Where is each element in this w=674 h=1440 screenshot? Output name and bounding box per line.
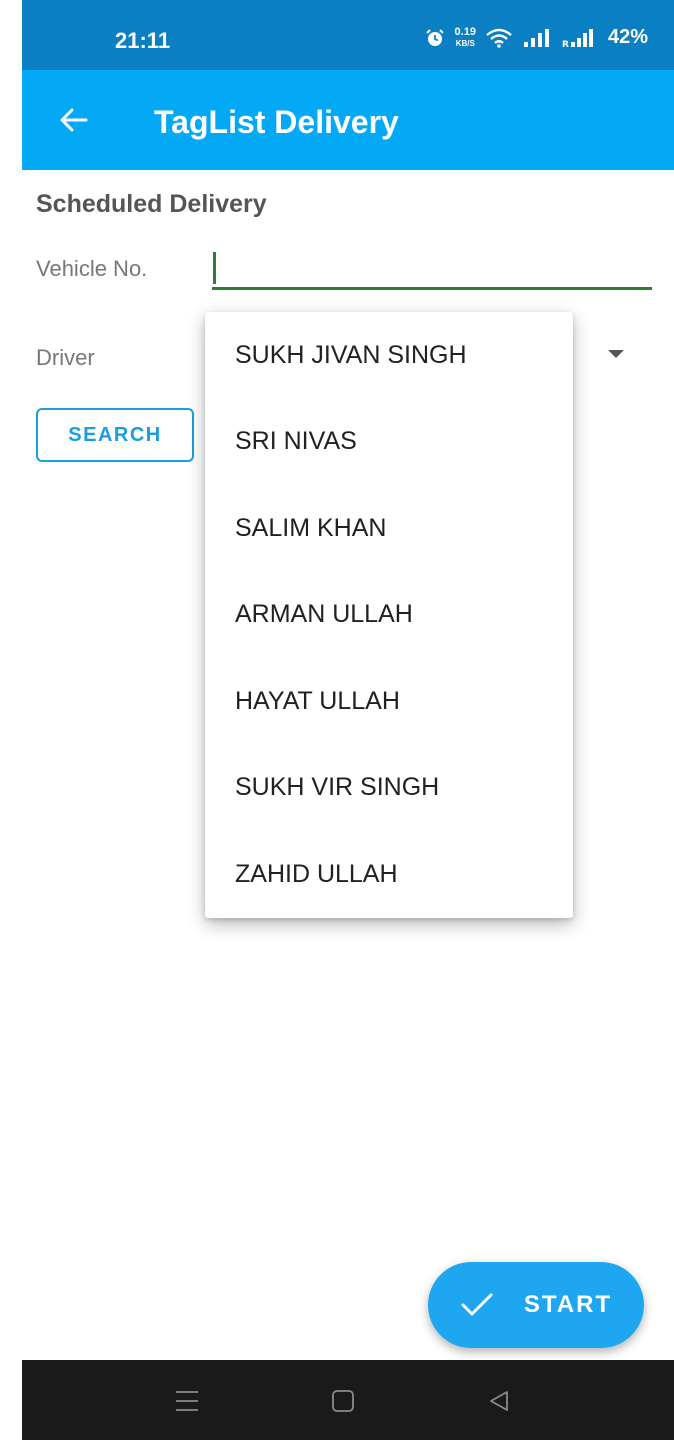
start-button[interactable]: START (428, 1262, 644, 1348)
status-time: 21:11 (115, 28, 171, 53)
dropdown-option[interactable]: SRI NIVAS (205, 399, 573, 486)
app-bar: TagList Delivery (22, 70, 674, 170)
nav-menu-button[interactable] (170, 1384, 204, 1418)
net-speed: 0.19 KB/S (454, 25, 476, 49)
start-button-label: START (523, 1291, 613, 1318)
page-title: TagList Delivery (154, 104, 399, 140)
back-icon (490, 1391, 508, 1411)
driver-dropdown-menu: SUKH JIVAN SINGH SRI NIVAS SALIM KHAN AR… (205, 312, 573, 918)
back-button[interactable] (56, 102, 92, 138)
menu-icon (176, 1391, 198, 1411)
driver-label: Driver (36, 345, 95, 370)
dropdown-option[interactable]: ARMAN ULLAH (205, 572, 573, 659)
arrow-left-icon (60, 108, 88, 132)
dropdown-option[interactable]: SUKH VIR SINGH (205, 745, 573, 832)
screen: 21:11 0.19 KB/S R 42% TagList Delivery S… (22, 0, 674, 1440)
signal-icon (522, 28, 552, 48)
home-icon (332, 1390, 354, 1412)
vehicle-label: Vehicle No. (36, 256, 148, 281)
net-speed-value: 0.19 (454, 25, 476, 38)
dropdown-option[interactable]: HAYAT ULLAH (205, 658, 573, 745)
text-caret (213, 252, 216, 284)
status-icons: 0.19 KB/S R 42% (425, 26, 648, 49)
signal-roaming-icon: R (562, 28, 598, 48)
status-bar: 21:11 0.19 KB/S R 42% (22, 0, 674, 70)
system-nav-bar (22, 1360, 674, 1440)
dropdown-option[interactable]: SUKH JIVAN SINGH (205, 312, 573, 399)
nav-home-button[interactable] (326, 1384, 360, 1418)
search-button[interactable]: SEARCH (36, 408, 194, 462)
alarm-icon (425, 28, 445, 48)
dropdown-arrow-icon[interactable] (608, 350, 624, 358)
wifi-icon (486, 28, 512, 48)
svg-text:R: R (562, 40, 569, 48)
battery-percentage: 42% (607, 26, 648, 48)
nav-back-button[interactable] (482, 1384, 516, 1418)
section-title: Scheduled Delivery (36, 190, 267, 218)
check-icon (461, 1293, 493, 1316)
dropdown-option[interactable]: SALIM KHAN (205, 485, 573, 572)
net-speed-unit: KB/S (455, 38, 475, 48)
vehicle-input[interactable] (212, 244, 652, 290)
dropdown-option[interactable]: ZAHID ULLAH (205, 831, 573, 918)
